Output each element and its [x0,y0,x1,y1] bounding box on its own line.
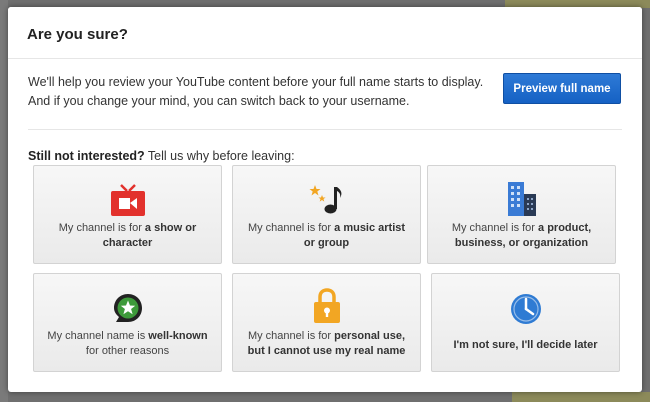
music-note-icon [309,183,345,222]
star-badge-icon [111,291,145,330]
option-label: My channel name is well-known for other … [47,330,208,357]
padlock-icon [311,287,343,330]
option-decide-later[interactable]: I'm not sure, I'll decide later [431,273,620,372]
option-label: I'm not sure, I'll decide later [453,339,598,351]
reason-prompt: Still not interested? Tell us why before… [28,149,622,163]
preview-full-name-button[interactable]: Preview full name [503,73,621,104]
option-personal-use[interactable]: My channel is for personal use, but I ca… [232,273,421,372]
option-show-or-character[interactable]: My channel is for a show or character [33,165,222,264]
dialog-body: We'll help you review your YouTube conte… [8,59,642,163]
reason-prompt-bold: Still not interested? [28,149,145,163]
option-label: My channel is for a music artist or grou… [247,222,406,249]
background-page [0,0,8,402]
option-label: My channel is for personal use, but I ca… [247,330,406,357]
reason-prompt-rest: Tell us why before leaving: [144,149,295,163]
clock-icon [509,292,543,331]
background-page-footer [512,392,650,402]
tv-icon [110,183,146,222]
option-well-known[interactable]: My channel name is well-known for other … [33,273,222,372]
option-product-business[interactable]: My channel is for a product, business, o… [427,165,616,264]
confirmation-dialog: Are you sure? We'll help you review your… [8,7,642,392]
option-music-artist[interactable]: My channel is for a music artist or grou… [232,165,421,264]
intro-text: We'll help you review your YouTube conte… [28,73,498,111]
intro-line-1: We'll help you review your YouTube conte… [28,75,484,89]
dialog-title: Are you sure? [27,26,128,43]
intro-line-2: And if you change your mind, you can swi… [28,94,410,108]
option-label: My channel is for a product, business, o… [451,222,592,249]
building-icon [504,180,540,221]
option-label: My channel is for a show or character [58,222,197,249]
intro-section: We'll help you review your YouTube conte… [28,59,622,130]
dialog-header: Are you sure? [8,7,642,59]
